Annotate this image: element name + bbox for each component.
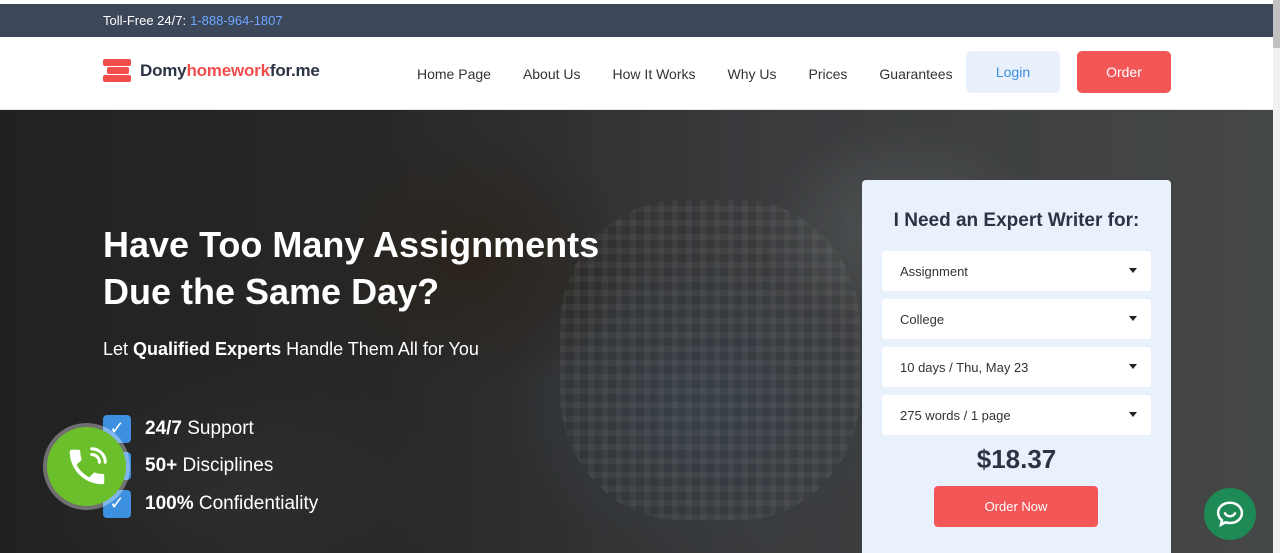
caret-down-icon — [1129, 316, 1137, 321]
order-button[interactable]: Order — [1077, 51, 1171, 93]
feature-list: ✓ 24/7 Support ✓ 50+ Disciplines ✓ 100% … — [103, 410, 318, 523]
feature-item: ✓ 24/7 Support — [103, 410, 318, 448]
hero-section: Have Too Many Assignments Due the Same D… — [0, 110, 1273, 553]
books-stack-icon — [103, 59, 131, 83]
site-header: Domyhomeworkfor.me Home Page About Us Ho… — [0, 37, 1273, 110]
feature-item: ✓ 100% Confidentiality — [103, 485, 318, 523]
order-now-button[interactable]: Order Now — [934, 486, 1098, 527]
price-value: $18.37 — [976, 444, 1057, 474]
deadline-select[interactable]: 10 days / Thu, May 23 — [882, 347, 1151, 387]
logo-text: Domyhomeworkfor.me — [140, 61, 320, 80]
caret-down-icon — [1129, 268, 1137, 273]
paper-type-select[interactable]: Assignment — [882, 251, 1151, 291]
phone-call-icon — [69, 446, 107, 484]
chat-bubble-icon — [1216, 501, 1244, 528]
nav-about-us[interactable]: About Us — [523, 66, 581, 82]
price-calculator: I Need an Expert Writer for: Assignment … — [862, 180, 1171, 553]
nav-prices[interactable]: Prices — [809, 66, 848, 82]
main-nav: Home Page About Us How It Works Why Us P… — [401, 37, 969, 110]
tollfree-label: Toll-Free 24/7: — [103, 13, 187, 28]
hero-title: Have Too Many Assignments Due the Same D… — [103, 224, 600, 312]
login-button[interactable]: Login — [966, 51, 1060, 93]
nav-home-page[interactable]: Home Page — [417, 66, 491, 82]
topbar: Toll-Free 24/7: 1-888-964-1807 — [0, 4, 1273, 37]
call-button[interactable] — [47, 427, 126, 506]
scrollbar-thumb[interactable] — [1273, 0, 1280, 48]
hero-subtitle: Let Qualified Experts Handle Them All fo… — [103, 339, 479, 359]
caret-down-icon — [1129, 364, 1137, 369]
site-logo[interactable]: Domyhomeworkfor.me — [103, 59, 320, 83]
nav-how-it-works[interactable]: How It Works — [613, 66, 696, 82]
chat-button[interactable] — [1204, 488, 1256, 540]
academic-level-select[interactable]: College — [882, 299, 1151, 339]
pages-select[interactable]: 275 words / 1 page — [882, 395, 1151, 435]
feature-item: ✓ 50+ Disciplines — [103, 448, 318, 486]
calculator-title: I Need an Expert Writer for: — [893, 210, 1140, 231]
nav-why-us[interactable]: Why Us — [728, 66, 777, 82]
caret-down-icon — [1129, 412, 1137, 417]
page-scrollbar[interactable] — [1273, 0, 1280, 553]
tollfree-phone-link[interactable]: 1-888-964-1807 — [190, 13, 283, 28]
nav-guarantees[interactable]: Guarantees — [879, 66, 952, 82]
